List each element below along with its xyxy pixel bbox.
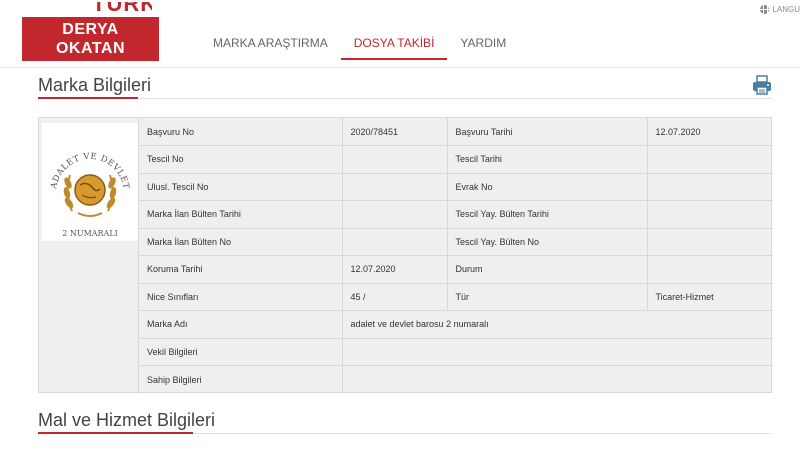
table-row: Marka İlan Bülten No Tescil Yay. Bülten …: [139, 228, 773, 256]
table-row: Ulusl. Tescil No Evrak No: [139, 173, 773, 201]
field-value-wide: [342, 338, 773, 366]
table-row: Tescil No Tescil Tarihi: [139, 145, 773, 174]
section-title-underline: [38, 432, 193, 434]
brand-line-2: OKATAN: [55, 40, 126, 57]
table-row: Marka İlan Bülten Tarihi Tescil Yay. Bül…: [139, 200, 773, 229]
brand-line-1: DERYA: [62, 21, 119, 38]
field-label: Tescil No: [139, 145, 343, 174]
table-row: Vekil Bilgileri: [139, 338, 773, 366]
field-value: [342, 228, 448, 256]
field-label: Nice Sınıfları: [139, 283, 343, 311]
field-value: [342, 145, 448, 174]
field-label: Başvuru Tarihi: [447, 118, 648, 146]
section-title-marka-bilgileri: Marka Bilgileri: [38, 75, 152, 95]
field-label: Marka Adı: [139, 310, 343, 339]
language-label: LANGU: [772, 5, 800, 14]
field-value: [647, 255, 773, 284]
field-label: Marka İlan Bülten Tarihi: [139, 200, 343, 229]
field-value: [647, 173, 773, 201]
field-label: Durum: [447, 255, 648, 284]
field-label: Tescil Yay. Bülten No: [447, 228, 648, 256]
field-value-wide: adalet ve devlet barosu 2 numaralı: [342, 310, 773, 339]
table-row: Marka Adı adalet ve devlet barosu 2 numa…: [139, 310, 773, 339]
globe-icon: [760, 5, 770, 14]
table-row: Nice Sınıfları 45 / Tür Ticaret-Hizmet: [139, 283, 773, 311]
field-label: Evrak No: [447, 173, 648, 201]
nav-dosya-takibi[interactable]: DOSYA TAKİBİ: [340, 26, 448, 60]
field-label: Vekil Bilgileri: [139, 338, 343, 366]
field-value: [647, 200, 773, 229]
field-value: Ticaret-Hizmet: [647, 283, 773, 311]
field-label: Sahip Bilgileri: [139, 365, 343, 393]
print-icon[interactable]: [751, 74, 773, 96]
table-row: Koruma Tarihi 12.07.2020 Durum: [139, 255, 773, 284]
field-value: 45 /: [342, 283, 448, 311]
field-label: Marka İlan Bülten No: [139, 228, 343, 256]
field-label: Tescil Yay. Bülten Tarihi: [447, 200, 648, 229]
trademark-seal-image: ADALET VE DEVLET BAROSU 2 NUMARALI: [42, 123, 138, 241]
trademark-image-cell: ADALET VE DEVLET BAROSU 2 NUMARALI: [39, 118, 139, 394]
field-value: [342, 200, 448, 229]
field-label: Başvuru No: [139, 118, 343, 146]
field-label: Tescil Tarihi: [447, 145, 648, 174]
nav-marka-arastirma[interactable]: MARKA ARAŞTIRMA: [200, 26, 341, 60]
seal-bottom-text: 2 NUMARALI: [62, 229, 118, 238]
field-value: [647, 228, 773, 256]
globe-emblem: [74, 174, 106, 206]
field-label: Tür: [447, 283, 648, 311]
section-title-mal-ve-hizmet: Mal ve Hizmet Bilgileri: [38, 410, 216, 430]
logo[interactable]: TÜRK: [92, 2, 152, 16]
field-value-wide: [342, 366, 773, 394]
top-bar: TÜRK DERYA OKATAN MARKA ARAŞTIRMA DOSYA …: [0, 0, 800, 68]
brand-overlay: DERYA OKATAN: [22, 17, 159, 61]
field-value: [647, 145, 773, 174]
nav-yardim[interactable]: YARDIM: [447, 26, 519, 60]
section-title-underline: [38, 97, 138, 99]
field-value: 12.07.2020: [647, 118, 773, 146]
field-label: Koruma Tarihi: [139, 255, 343, 284]
table-row: Başvuru No 2020/78451 Başvuru Tarihi 12.…: [139, 118, 773, 146]
field-value: 12.07.2020: [342, 255, 448, 284]
field-label: Ulusl. Tescil No: [139, 173, 343, 201]
trademark-info-table: Başvuru No 2020/78451 Başvuru Tarihi 12.…: [139, 118, 773, 393]
field-value: 2020/78451: [342, 118, 448, 146]
main-nav: MARKA ARAŞTIRMA DOSYA TAKİBİ YARDIM: [200, 26, 519, 60]
trademark-info-card: ADALET VE DEVLET BAROSU 2 NUMARALI Başvu…: [38, 117, 773, 394]
field-value: [342, 173, 448, 201]
language-selector[interactable]: LANGU: [760, 5, 800, 14]
section-divider: [38, 98, 772, 99]
table-row: Sahip Bilgileri: [139, 365, 773, 394]
